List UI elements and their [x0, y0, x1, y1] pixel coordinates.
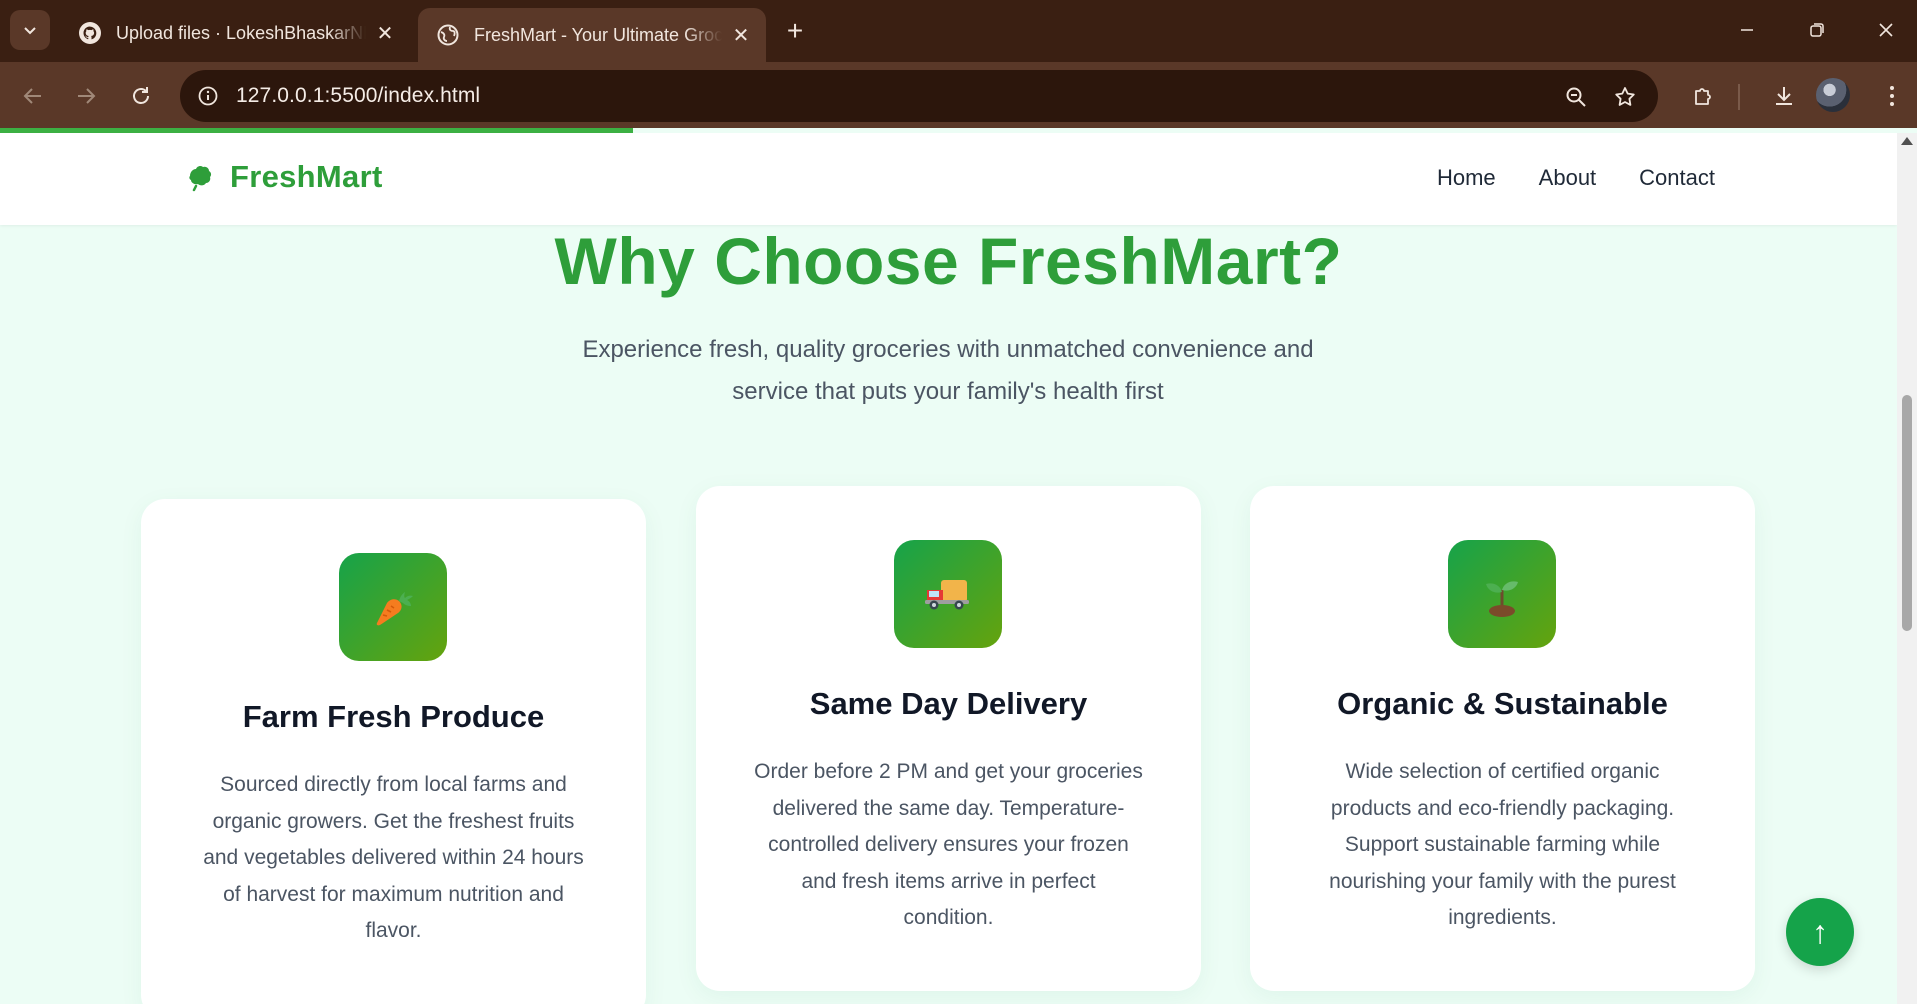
card-description-line: Wide selection of certified organic [1345, 760, 1660, 783]
leaf-logo-icon [189, 165, 212, 192]
card-description-line: flavor. [365, 919, 422, 942]
minimize-icon [1741, 29, 1753, 31]
arrow-left-icon [23, 88, 41, 104]
card-title: Farm Fresh Produce [242, 699, 545, 734]
browser-tab-strip: Upload files · LokeshBhaskarNR ✕ FreshMa… [0, 0, 1917, 62]
section-subtitle: Experience fresh, quality groceries with… [548, 329, 1348, 413]
brand-name: FreshMart [230, 159, 383, 194]
close-icon [1879, 23, 1893, 37]
close-tab-icon[interactable]: ✕ [374, 22, 396, 45]
card-description: Sourced directly from local farms and or… [193, 767, 594, 950]
card-description-line: ingredients. [1448, 906, 1557, 929]
globe-icon [436, 23, 460, 47]
page-scrollbar[interactable] [1897, 133, 1917, 1004]
site-info-icon[interactable] [190, 78, 226, 114]
seedling-icon [1448, 540, 1556, 648]
back-to-top-button[interactable]: ↑ [1786, 898, 1854, 966]
feature-card-same-day: Same Day Delivery Order before 2 PM and … [696, 486, 1201, 991]
section-subtitle-line: service that puts your family's health f… [732, 378, 1164, 405]
page-viewport: FreshMart Home About Contact Why Choose … [0, 133, 1897, 1004]
card-description-line: delivered the same day. Temperature- [772, 796, 1125, 820]
reload-icon [133, 87, 149, 104]
restore-icon [1810, 23, 1824, 37]
bookmark-star-icon[interactable] [1608, 80, 1642, 114]
card-title: Organic & Sustainable [1337, 686, 1668, 721]
scroll-up-arrow-icon[interactable] [1901, 137, 1913, 145]
tab-title: FreshMart - Your Ultimate Grocery [474, 24, 722, 45]
nav-home[interactable]: Home [1437, 165, 1496, 191]
extensions-button[interactable] [1684, 76, 1724, 116]
chevron-down-icon [24, 27, 36, 35]
url-text: 127.0.0.1:5500/index.html [236, 84, 481, 107]
section-title: Why Choose FreshMart? [554, 224, 1343, 298]
forward-button[interactable] [66, 76, 106, 116]
card-description-line: Sourced directly from local farms and [220, 773, 567, 796]
new-tab-button[interactable]: + [778, 14, 812, 48]
carrot-icon [339, 553, 447, 661]
arrow-right-icon [78, 88, 96, 104]
card-description-line: and vegetables delivered within 24 hours [203, 846, 584, 869]
tab-upload-files[interactable]: Upload files · LokeshBhaskarNR ✕ [60, 8, 410, 58]
card-description-line: Support sustainable farming while [1344, 833, 1661, 856]
close-window-button[interactable] [1866, 12, 1906, 48]
tab-title: Upload files · LokeshBhaskarNR [116, 22, 366, 43]
card-description-line: controlled delivery ensures your frozen [768, 833, 1129, 856]
card-description-line: Order before 2 PM and get your groceries [754, 760, 1143, 783]
downloads-button[interactable] [1764, 76, 1804, 116]
card-description-line: organic growers. Get the freshest fruits [212, 809, 575, 833]
restore-button[interactable] [1797, 12, 1837, 48]
kebab-menu-icon [1890, 86, 1894, 106]
site-header: FreshMart Home About Contact [0, 133, 1897, 225]
card-description-line: condition. [903, 906, 994, 929]
card-description-line: of harvest for maximum nutrition and [223, 882, 564, 906]
feature-card-farm-fresh: Farm Fresh Produce Sourced directly from… [141, 499, 646, 1004]
feature-card-organic: Organic & Sustainable Wide selection of … [1250, 486, 1755, 991]
arrow-up-icon: ↑ [1812, 913, 1828, 950]
card-description-line: and fresh items arrive in perfect [801, 869, 1096, 893]
browser-toolbar: 127.0.0.1:5500/index.html [0, 62, 1917, 128]
brand[interactable]: FreshMart [184, 159, 383, 195]
profile-avatar[interactable] [1816, 78, 1850, 112]
puzzle-icon [1695, 88, 1711, 105]
reload-button[interactable] [121, 76, 161, 116]
toolbar-divider [1738, 84, 1740, 110]
browser-menu-button[interactable] [1872, 76, 1912, 116]
main-nav: Home About Contact [1437, 165, 1715, 191]
delivery-truck-icon [894, 540, 1002, 648]
scrollbar-thumb[interactable] [1902, 395, 1912, 631]
card-description-line: products and eco-friendly packaging. [1330, 796, 1675, 820]
back-button[interactable] [13, 76, 53, 116]
github-icon [78, 21, 102, 45]
section-subtitle-line: Experience fresh, quality groceries with… [582, 336, 1314, 363]
card-description: Wide selection of certified organic prod… [1302, 754, 1703, 937]
download-icon [1776, 87, 1792, 105]
card-description: Order before 2 PM and get your groceries… [748, 754, 1149, 937]
nav-contact[interactable]: Contact [1639, 165, 1715, 191]
nav-about[interactable]: About [1539, 165, 1597, 191]
close-tab-icon[interactable]: ✕ [730, 24, 752, 47]
minimize-button[interactable] [1727, 12, 1767, 48]
address-bar[interactable]: 127.0.0.1:5500/index.html [180, 70, 1658, 122]
card-title: Same Day Delivery [809, 686, 1088, 721]
tab-search-button[interactable] [10, 10, 50, 50]
tab-freshmart[interactable]: FreshMart - Your Ultimate Grocery ✕ [418, 8, 766, 62]
zoom-icon[interactable] [1559, 80, 1593, 114]
card-description-line: nourishing your family with the purest [1329, 869, 1676, 893]
